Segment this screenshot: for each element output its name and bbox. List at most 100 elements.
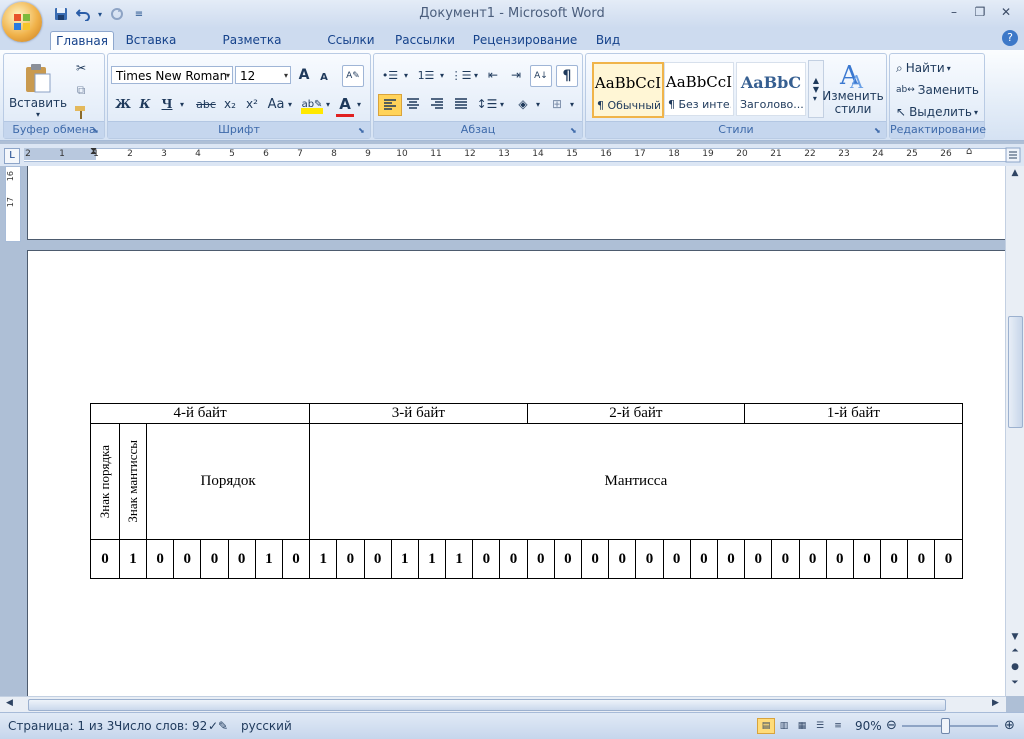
tab-home[interactable]: Главная bbox=[50, 31, 114, 51]
change-case-button[interactable]: Aa bbox=[266, 94, 286, 114]
next-page-icon[interactable]: ⏷ bbox=[1009, 678, 1021, 688]
zoom-in-icon[interactable]: ⊕ bbox=[1004, 718, 1015, 734]
line-spacing-icon[interactable]: ↕☰ bbox=[476, 94, 498, 114]
bold-button[interactable]: Ж bbox=[114, 94, 132, 114]
zoom-out-icon[interactable]: ⊖ bbox=[886, 718, 897, 734]
horizontal-scroll-thumb[interactable] bbox=[28, 699, 946, 711]
strikethrough-button[interactable]: abc bbox=[194, 94, 218, 114]
chevron-down-icon[interactable]: ▾ bbox=[438, 65, 446, 85]
bullets-icon[interactable]: •☰ bbox=[378, 65, 402, 85]
chevron-down-icon[interactable]: ▾ bbox=[472, 65, 480, 85]
dialog-launcher-icon[interactable]: ⬊ bbox=[874, 126, 883, 135]
copy-icon[interactable]: ⧉ bbox=[70, 80, 92, 100]
shrink-font-button[interactable]: A bbox=[316, 67, 332, 87]
align-left-icon[interactable] bbox=[378, 94, 402, 116]
sort-icon[interactable]: A↓ bbox=[530, 65, 552, 87]
page-count[interactable]: Страница: 1 из 3 bbox=[8, 718, 114, 734]
dialog-launcher-icon[interactable]: ⬊ bbox=[92, 126, 101, 135]
spelling-check-icon[interactable]: ✓✎ bbox=[208, 718, 228, 734]
zoom-slider-thumb[interactable] bbox=[941, 718, 950, 734]
clear-formatting-icon[interactable]: A✎ bbox=[342, 65, 364, 87]
ruler-number: 3 bbox=[161, 149, 167, 159]
borders-icon[interactable]: ⊞ bbox=[546, 94, 568, 114]
dialog-launcher-icon[interactable]: ⬊ bbox=[358, 126, 367, 135]
zoom-slider[interactable] bbox=[902, 725, 998, 727]
indent-marker-icon[interactable]: ⧗ bbox=[90, 146, 97, 157]
tab-mailings[interactable]: Рассылки bbox=[390, 31, 460, 50]
office-button[interactable] bbox=[2, 2, 42, 42]
previous-page-icon[interactable]: ⏶ bbox=[1009, 646, 1021, 656]
page-1[interactable] bbox=[27, 166, 1006, 240]
increase-indent-icon[interactable]: ⇥ bbox=[505, 65, 527, 85]
print-layout-view-icon[interactable]: ▤ bbox=[757, 718, 775, 734]
browse-object-icon[interactable]: ● bbox=[1009, 662, 1021, 672]
scroll-left-icon[interactable]: ◀ bbox=[6, 698, 13, 708]
ruler-toggle-icon[interactable] bbox=[1005, 147, 1021, 163]
chevron-down-icon[interactable]: ▾ bbox=[568, 94, 576, 114]
tab-references[interactable]: Ссылки bbox=[322, 31, 380, 50]
web-layout-icon[interactable]: ▦ bbox=[793, 718, 811, 734]
find-button[interactable]: ⌕ Найти ▾ bbox=[896, 58, 951, 78]
change-styles-button[interactable]: AA Изменить стили bbox=[822, 56, 884, 120]
font-color-icon[interactable]: A bbox=[336, 94, 354, 117]
tab-review[interactable]: Рецензирование bbox=[470, 31, 580, 50]
numbering-icon[interactable]: 1☰ bbox=[414, 65, 438, 85]
justify-icon[interactable] bbox=[450, 94, 472, 114]
word-count[interactable]: Число слов: 92 bbox=[114, 718, 207, 734]
font-size-combo[interactable]: 12 ▾ bbox=[235, 66, 291, 84]
tab-stop-selector[interactable]: L bbox=[4, 148, 20, 164]
cut-icon[interactable]: ✂ bbox=[70, 58, 92, 78]
restore-icon[interactable]: ❐ bbox=[970, 4, 990, 20]
help-icon[interactable]: ? bbox=[1002, 30, 1018, 46]
document-area[interactable]: 16 17 4-й байт 3-й байт 2-й байт 1-й бай… bbox=[0, 166, 1006, 696]
multilevel-list-icon[interactable]: ⋮☰ bbox=[450, 65, 472, 85]
shading-icon[interactable]: ◈ bbox=[512, 94, 534, 114]
chevron-down-icon[interactable]: ▾ bbox=[286, 94, 294, 114]
page-2[interactable]: 4-й байт 3-й байт 2-й байт 1-й байт Знак… bbox=[27, 250, 1006, 696]
tab-insert[interactable]: Вставка bbox=[122, 31, 180, 50]
show-marks-button[interactable]: ¶ bbox=[556, 65, 578, 87]
decrease-indent-icon[interactable]: ⇤ bbox=[482, 65, 504, 85]
underline-button[interactable]: Ч bbox=[158, 94, 176, 114]
font-family-combo[interactable]: Times New Roman ▾ bbox=[111, 66, 233, 84]
close-icon[interactable]: ✕ bbox=[996, 4, 1016, 20]
full-screen-reading-icon[interactable]: ▥ bbox=[775, 718, 793, 734]
language[interactable]: русский bbox=[241, 718, 292, 734]
format-painter-icon[interactable] bbox=[70, 102, 92, 122]
align-center-icon[interactable] bbox=[402, 94, 424, 114]
scroll-right-icon[interactable]: ▶ bbox=[992, 698, 999, 708]
style-normal[interactable]: AaBbCcI ¶ Обычный bbox=[592, 62, 664, 118]
style-no-spacing[interactable]: AaBbCcI ¶ Без инте... bbox=[664, 62, 734, 116]
vertical-scroll-thumb[interactable] bbox=[1008, 316, 1023, 428]
align-right-icon[interactable] bbox=[426, 94, 448, 114]
highlight-icon[interactable]: ab✎ bbox=[301, 94, 323, 114]
right-indent-marker-icon[interactable]: ⌂ bbox=[966, 146, 972, 157]
chevron-down-icon[interactable]: ▾ bbox=[177, 94, 187, 114]
chevron-down-icon[interactable]: ▾ bbox=[324, 94, 332, 114]
chevron-down-icon[interactable]: ▾ bbox=[402, 65, 410, 85]
tab-view[interactable]: Вид bbox=[590, 31, 626, 50]
draft-view-icon[interactable]: ≡ bbox=[829, 718, 847, 734]
paste-button[interactable]: Вставить ▾ bbox=[9, 58, 67, 122]
tab-page-layout[interactable]: Разметка страницы bbox=[192, 31, 312, 66]
subscript-button[interactable]: x₂ bbox=[220, 94, 240, 114]
vertical-scrollbar[interactable]: ▲ ▼ ⏶ ● ⏷ bbox=[1005, 166, 1024, 696]
superscript-button[interactable]: x² bbox=[242, 94, 262, 114]
outline-view-icon[interactable]: ☰ bbox=[811, 718, 829, 734]
chevron-down-icon[interactable]: ▾ bbox=[498, 94, 506, 114]
grow-font-button[interactable]: A bbox=[295, 65, 313, 85]
replace-button[interactable]: ab↔ Заменить bbox=[896, 80, 979, 100]
horizontal-scrollbar[interactable]: ◀ ▶ bbox=[0, 696, 1006, 713]
style-heading[interactable]: AaBbC Заголово... bbox=[736, 62, 806, 116]
chevron-down-icon[interactable]: ▾ bbox=[355, 94, 363, 114]
minimize-icon[interactable]: – bbox=[944, 4, 964, 20]
scroll-up-icon[interactable]: ▲ bbox=[1009, 168, 1021, 178]
zoom-level[interactable]: 90% bbox=[855, 718, 882, 734]
chevron-down-icon[interactable]: ▾ bbox=[534, 94, 542, 114]
horizontal-ruler[interactable]: L 2 1 1 2 3 4 5 6 7 8 9 10 11 12 13 14 15 16 17 18 19 20 21 22 2… bbox=[0, 144, 1024, 166]
dialog-launcher-icon[interactable]: ⬊ bbox=[570, 126, 579, 135]
italic-button[interactable]: К bbox=[136, 94, 154, 114]
bit-cell: 1 bbox=[417, 539, 447, 579]
scroll-down-icon[interactable]: ▼ bbox=[1009, 632, 1021, 642]
select-button[interactable]: ↖ Выделить ▾ bbox=[896, 102, 978, 122]
